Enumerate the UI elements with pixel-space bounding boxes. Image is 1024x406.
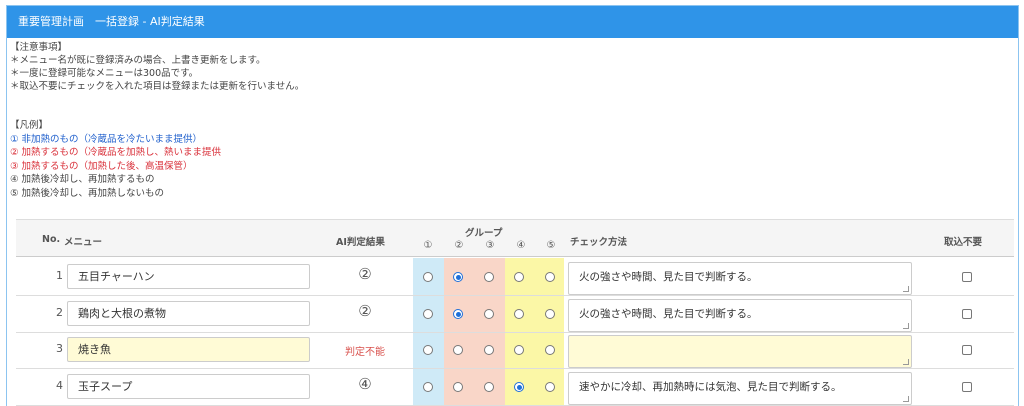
resize-grip-icon[interactable] (903, 359, 909, 365)
legend-item: ③ 加熱するもの（加熱した後、高温保管） (10, 160, 193, 172)
group-radio-4[interactable] (514, 382, 524, 392)
resize-grip-icon[interactable] (903, 323, 909, 329)
exclude-checkbox[interactable] (962, 382, 972, 392)
menu-name-input[interactable]: 焼き魚 (67, 337, 310, 362)
group-radio-2[interactable] (453, 272, 463, 282)
ai-result: 判定不能 (345, 347, 385, 358)
legend-heading: 【凡例】 (10, 120, 49, 131)
group-radio-3[interactable] (484, 345, 494, 355)
exclude-checkbox[interactable] (962, 345, 972, 355)
row-number: 3 (56, 342, 63, 355)
header-group: グループ (465, 228, 503, 239)
group-radio-5[interactable] (545, 382, 555, 392)
check-method-text: 速やかに冷却、再加熱時には気泡、見た目で判断する。 (579, 381, 842, 393)
note-item: ＊メニュー名が既に登録済みの場合、上書き更新をします。 (10, 55, 266, 66)
ai-result: ② (358, 265, 372, 283)
group-radio-1[interactable] (423, 309, 433, 319)
group-num-2: ② (454, 240, 464, 251)
menu-name-input[interactable]: 鶏肉と大根の煮物 (67, 301, 310, 326)
legend-item: ② 加熱するもの（冷蔵品を加熱し、熱いまま提供 (10, 147, 222, 158)
note-item: ＊一度に登録可能なメニューは300品です。 (10, 68, 199, 79)
panel-title: 重要管理計画 一括登録 - AI判定結果 (7, 6, 1018, 38)
group-radio-4[interactable] (514, 309, 524, 319)
legend-item: ⑤ 加熱後冷却し、再加熱しないもの (10, 187, 165, 199)
group-radio-5[interactable] (545, 345, 555, 355)
notes-heading: 【注意事項】 (10, 42, 68, 53)
group-radio-1[interactable] (423, 382, 433, 392)
group-radio-1[interactable] (423, 345, 433, 355)
legend-item: ① 非加熱のもの（冷蔵品を冷たいまま提供） (10, 133, 203, 145)
check-method-textarea[interactable]: 速やかに冷却、再加熱時には気泡、見た目で判断する。 (568, 372, 912, 405)
ai-result: ② (358, 302, 372, 320)
row-number: 1 (56, 269, 63, 282)
group-radio-2[interactable] (453, 382, 463, 392)
header-ai-result: AI判定結果 (336, 237, 385, 248)
group-radio-5[interactable] (545, 272, 555, 282)
notes-section: 【注意事項】 ＊メニュー名が既に登録済みの場合、上書き更新をします。 ＊一度に登… (10, 41, 304, 93)
header-check-method: チェック方法 (570, 237, 628, 248)
group-radio-3[interactable] (484, 272, 494, 282)
group-radio-1[interactable] (423, 272, 433, 282)
group-radio-2[interactable] (453, 309, 463, 319)
exclude-checkbox[interactable] (962, 272, 972, 282)
legend-item: ④ 加熱後冷却し、再加熱するもの (10, 174, 155, 185)
table-header (16, 219, 1014, 257)
resize-grip-icon[interactable] (903, 286, 909, 292)
group-radio-5[interactable] (545, 309, 555, 319)
check-method-textarea[interactable] (568, 335, 912, 368)
group-radio-4[interactable] (514, 345, 524, 355)
note-item: ＊取込不要にチェックを入れた項目は登録または更新を行いません。 (10, 81, 305, 92)
group-num-1: ① (423, 240, 433, 251)
group-num-3: ③ (485, 240, 495, 251)
row-number: 2 (56, 306, 63, 319)
ai-result: ④ (358, 375, 372, 393)
group-radio-2[interactable] (453, 345, 463, 355)
group-num-5: ⑤ (546, 240, 556, 251)
legend-section: 【凡例】 ① 非加熱のもの（冷蔵品を冷たいまま提供） ② 加熱するもの（冷蔵品を… (10, 119, 221, 200)
row-divider (16, 295, 1014, 296)
row-divider (16, 332, 1014, 333)
check-method-text: 火の強さや時間、見た目で判断する。 (579, 308, 758, 320)
header-menu: メニュー (64, 237, 103, 248)
header-exclude: 取込不要 (944, 237, 983, 248)
exclude-checkbox[interactable] (962, 309, 972, 319)
check-method-textarea[interactable]: 火の強さや時間、見た目で判断する。 (568, 299, 912, 332)
header-no: No. (42, 234, 61, 245)
group-num-4: ④ (516, 240, 526, 251)
row-divider (16, 368, 1014, 369)
check-method-text: 火の強さや時間、見た目で判断する。 (579, 271, 758, 283)
menu-name-input[interactable]: 玉子スープ (67, 374, 310, 399)
group-radio-3[interactable] (484, 382, 494, 392)
resize-grip-icon[interactable] (903, 396, 909, 402)
group-radio-3[interactable] (484, 309, 494, 319)
menu-name-input[interactable]: 五目チャーハン (67, 264, 310, 289)
check-method-textarea[interactable]: 火の強さや時間、見た目で判断する。 (568, 262, 912, 295)
row-number: 4 (56, 379, 63, 392)
group-radio-4[interactable] (514, 272, 524, 282)
